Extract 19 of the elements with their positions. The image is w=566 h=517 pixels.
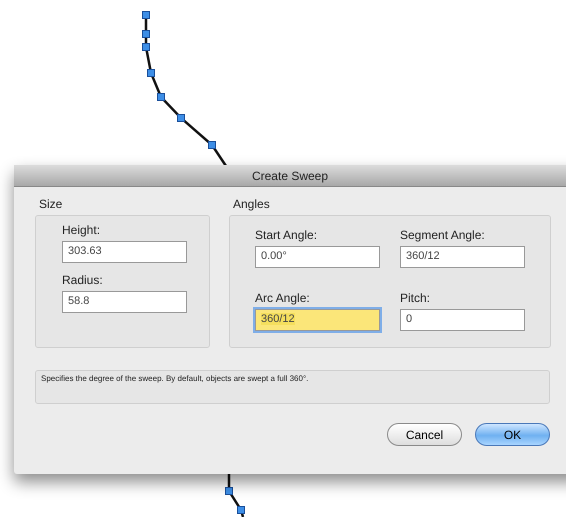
input-field[interactable]: 58.8 [62, 291, 187, 313]
input-field[interactable]: 0 [400, 308, 525, 330]
field-label: Pitch: [400, 290, 432, 304]
window-title: Create Sweep [14, 165, 566, 187]
field-label: Segment Angle: [400, 228, 486, 242]
input-field[interactable]: 360/12 [400, 246, 525, 268]
field-label: Start Angle: [255, 228, 318, 242]
field-label: Height: [62, 223, 102, 237]
default-button[interactable]: OK [475, 423, 550, 446]
description-text: Specifies the degree of the sweep. By default, objects are swept a full 360°. [41, 374, 308, 383]
input-field[interactable]: 360/12 [255, 308, 380, 330]
input-field[interactable]: 303.63 [62, 241, 187, 263]
dialog-button[interactable]: Cancel [387, 423, 462, 446]
field-label: Radius: [62, 273, 104, 287]
input-field[interactable]: 0.00° [255, 246, 380, 268]
field-label: Arc Angle: [255, 290, 311, 304]
curve-end-drawing [225, 474, 245, 517]
group-title: Size [39, 197, 64, 211]
group-title: Angles [233, 197, 271, 211]
